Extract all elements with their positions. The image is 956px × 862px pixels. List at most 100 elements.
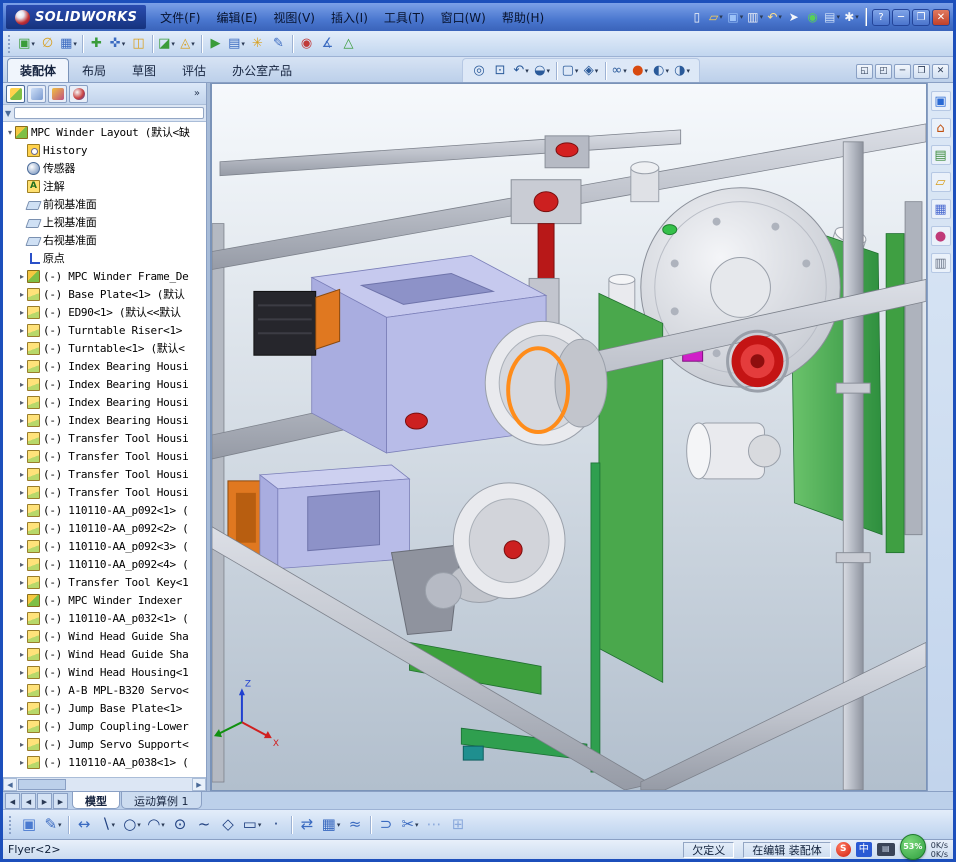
tree-item[interactable]: A 注解 [3, 177, 206, 195]
tree-item[interactable]: ▸ (-) Wind Head Guide Sha [3, 645, 206, 663]
explode-line-sketch-icon[interactable]: ✎ [268, 33, 289, 54]
open-icon[interactable]: ▱ ▾ [706, 8, 725, 27]
appearances-icon[interactable]: ● [930, 226, 951, 246]
exploded-view-icon[interactable]: ✳ [247, 33, 268, 54]
view-settings-icon[interactable]: ◑ ▾ [672, 60, 693, 81]
menu-item[interactable]: 帮助(H) [494, 7, 552, 28]
tree-item[interactable]: ▸ (-) Base Plate<1> (默认 [3, 285, 206, 303]
dropdown-caret[interactable]: ▾ [719, 13, 723, 21]
tree-item[interactable]: ▸ (-) Jump Base Plate<1> [3, 699, 206, 717]
undo-icon[interactable]: ↶ ▾ [765, 8, 784, 27]
expand-arrow-icon[interactable]: ▾ [5, 128, 15, 137]
dropdown-caret[interactable]: ▾ [415, 821, 419, 829]
menu-item[interactable]: 视图(V) [265, 7, 323, 28]
dropdown-caret[interactable]: ▾ [665, 67, 669, 75]
red-knob[interactable] [726, 329, 789, 393]
expand-arrow-icon[interactable]: ▸ [17, 542, 27, 551]
featuremanager-tree-tab[interactable] [6, 84, 25, 103]
mirror-entities-icon[interactable]: ⇄ [295, 813, 319, 837]
percentage-badge[interactable]: 53% [899, 833, 926, 860]
tree-item[interactable]: ▸ (-) Transfer Tool Housi [3, 465, 206, 483]
tree-item[interactable]: ▾ MPC Winder Layout (默认<缺 [3, 123, 206, 141]
dropdown-caret[interactable]: ▾ [191, 40, 195, 48]
expand-arrow-icon[interactable]: ▸ [17, 578, 27, 587]
mass-properties-icon[interactable]: △ [338, 33, 359, 54]
dropdown-caret[interactable]: ▾ [778, 13, 782, 21]
tree-item[interactable]: ▸ (-) A-B MPL-B320 Servo< [3, 681, 206, 699]
expand-arrow-icon[interactable]: ▸ [17, 416, 27, 425]
expand-arrow-icon[interactable]: ▸ [17, 596, 27, 605]
dropdown-caret[interactable]: ▾ [686, 67, 690, 75]
dropdown-caret[interactable]: ▾ [58, 821, 62, 829]
restore-doc-button[interactable]: ❐ [912, 64, 930, 79]
expand-arrow-icon[interactable]: ▸ [17, 344, 27, 353]
previous-window-button[interactable]: ◱ [855, 64, 873, 79]
task-pane-resources-icon[interactable]: ▣ [930, 91, 951, 111]
tree-item[interactable]: 原点 [3, 249, 206, 267]
tree-item[interactable]: ▸ (-) 110110-AA_p092<4> ( [3, 555, 206, 573]
tree-item[interactable]: ▸ (-) ED90<1> (默认<<默认 [3, 303, 206, 321]
arc-icon[interactable]: ◠ ▾ [144, 813, 168, 837]
tree-item[interactable]: ▸ (-) Transfer Tool Key<1 [3, 573, 206, 591]
expand-arrow-icon[interactable]: ▸ [17, 524, 27, 533]
print-icon[interactable]: ▥ ▾ [745, 8, 765, 27]
zoom-fit-icon[interactable]: ◎ [469, 60, 490, 81]
dropdown-caret[interactable]: ▾ [171, 40, 175, 48]
tree-item[interactable]: ▸ (-) 110110-AA_p032<1> ( [3, 609, 206, 627]
dropdown-caret[interactable]: ▾ [241, 40, 245, 48]
tree-item[interactable]: 传感器 [3, 159, 206, 177]
tree-horizontal-scrollbar[interactable]: ◀ ▶ [3, 777, 206, 791]
sketch-icon[interactable]: ✎ ▾ [41, 813, 65, 837]
dropdown-caret[interactable]: ▾ [525, 67, 529, 75]
dropdown-caret[interactable]: ▾ [546, 67, 550, 75]
tree-item[interactable]: ▸ (-) 110110-AA_p092<3> ( [3, 537, 206, 555]
tab-运动算例 1[interactable]: 运动算例 1 [121, 792, 202, 809]
configurationmanager-tab[interactable] [48, 84, 67, 103]
panel-overflow-button[interactable]: » [191, 88, 203, 99]
tab-模型[interactable]: 模型 [72, 792, 120, 809]
line-icon[interactable]: ∖ ▾ [96, 813, 120, 837]
toolbar-grip[interactable] [8, 34, 13, 53]
dropdown-caret[interactable]: ▾ [112, 821, 116, 829]
ellipse-icon[interactable]: ⊙ [168, 813, 192, 837]
scrollbar-thumb[interactable] [18, 779, 66, 790]
tree-item[interactable]: ▸ (-) Wind Head Housing<1 [3, 663, 206, 681]
dropdown-caret[interactable]: ▾ [855, 13, 859, 21]
tab-评估[interactable]: 评估 [169, 58, 219, 82]
next-tab-button[interactable]: ▶ [37, 793, 52, 809]
help-button[interactable]: ? [872, 8, 890, 26]
file-explorer-icon[interactable]: ▱ [930, 172, 951, 192]
tree-item[interactable]: ▸ (-) Index Bearing Housi [3, 375, 206, 393]
dropdown-caret[interactable]: ▾ [836, 13, 840, 21]
linear-component-pattern-icon[interactable]: ▦ ▾ [58, 33, 79, 54]
polygon-icon[interactable]: ◇ [216, 813, 240, 837]
tree-item[interactable]: ▸ (-) Turntable Riser<1> [3, 321, 206, 339]
expand-arrow-icon[interactable]: ▸ [17, 470, 27, 479]
expand-arrow-icon[interactable]: ▸ [17, 704, 27, 713]
expand-arrow-icon[interactable]: ▸ [17, 308, 27, 317]
select-cursor-icon[interactable]: ➤ [784, 8, 803, 27]
menu-item[interactable]: 窗口(W) [433, 7, 494, 28]
edit-appearance-icon[interactable]: ● ▾ [630, 60, 651, 81]
rebuild-icon[interactable]: ◉ [803, 8, 822, 27]
tree-item[interactable]: ▸ (-) Turntable<1> (默认< [3, 339, 206, 357]
save-icon[interactable]: ▣ ▾ [725, 8, 745, 27]
expand-arrow-icon[interactable]: ▸ [17, 686, 27, 695]
new-document-icon[interactable]: ▯ [687, 8, 706, 27]
minimize-doc-button[interactable]: ─ [893, 64, 911, 79]
expand-arrow-icon[interactable]: ▸ [17, 326, 27, 335]
tree-item[interactable]: ▸ (-) Transfer Tool Housi [3, 447, 206, 465]
tree-item[interactable]: ▸ (-) 110110-AA_p092<2> ( [3, 519, 206, 537]
expand-arrow-icon[interactable]: ▸ [17, 452, 27, 461]
menu-item[interactable]: 工具(T) [376, 7, 433, 28]
dropdown-caret[interactable]: ▾ [575, 67, 579, 75]
convert-entities-icon[interactable]: ⊃ [374, 813, 398, 837]
last-tab-button[interactable]: ▶ [53, 793, 68, 809]
expand-arrow-icon[interactable]: ▸ [17, 380, 27, 389]
scroll-left-button[interactable]: ◀ [3, 778, 17, 791]
hide-show-items-icon[interactable]: ∞ ▾ [609, 60, 630, 81]
apply-scene-icon[interactable]: ◐ ▾ [651, 60, 672, 81]
interference-detection-icon[interactable]: ◉ [296, 33, 317, 54]
dropdown-caret[interactable]: ▾ [73, 40, 77, 48]
sogou-ime-icon[interactable]: S [835, 842, 851, 857]
